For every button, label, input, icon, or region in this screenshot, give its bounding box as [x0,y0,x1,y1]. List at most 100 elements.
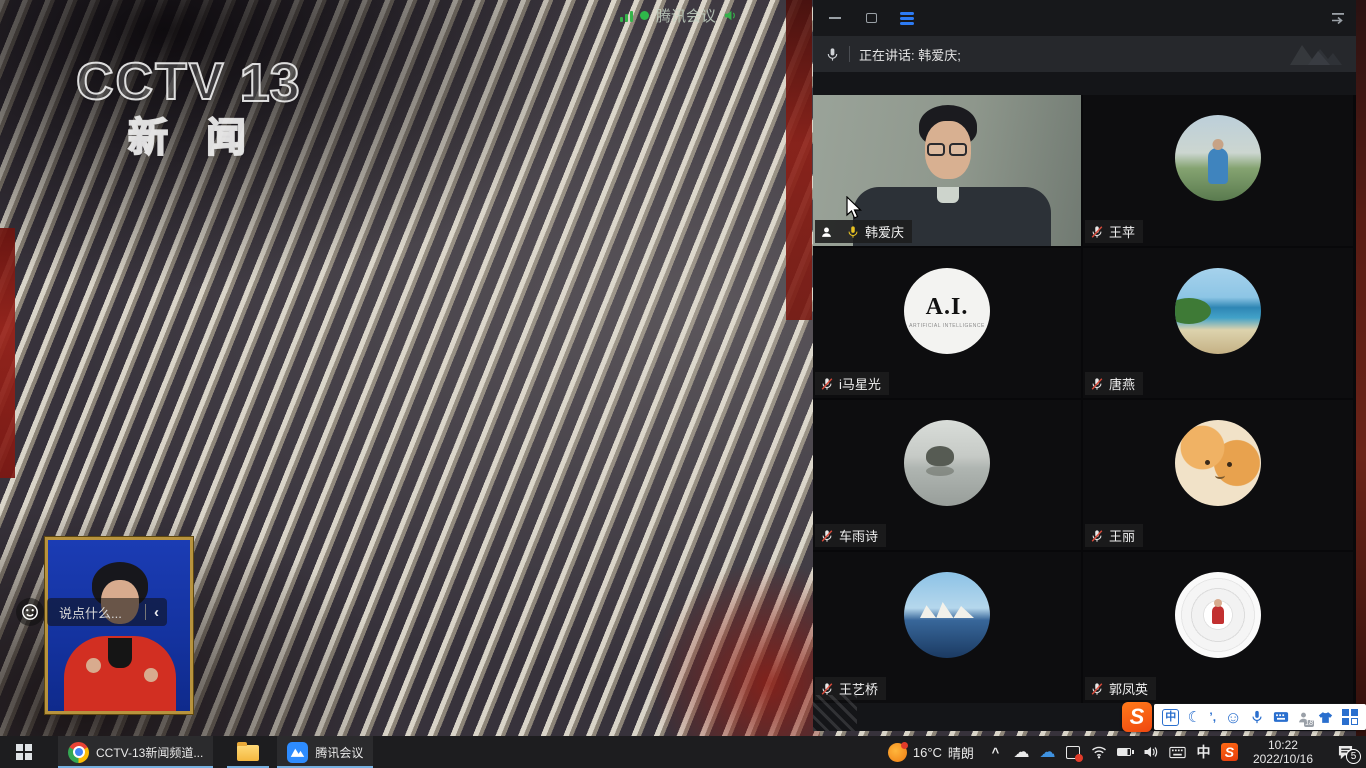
mic-muted-icon [1090,682,1104,696]
skin-icon[interactable] [1318,711,1333,724]
chat-quick-bar: 说点什么... ‹ [16,598,167,626]
account-icon[interactable]: 18 [1297,711,1310,724]
mic-on-icon [846,225,860,239]
participant-name: 王苹 [1109,222,1135,241]
exit-fullscreen-icon [1330,10,1346,26]
taskbar-app-chrome[interactable]: CCTV-13新闻频道... [58,736,213,768]
live-dot-icon [640,11,649,20]
divider [849,46,850,62]
audio-on-icon [723,8,738,23]
chat-placeholder: 说点什么... [59,603,137,622]
temperature: 16°C [913,745,942,760]
night-mode-icon[interactable]: ☾ [1188,710,1201,725]
taskbar-apps: CCTV-13新闻频道... 腾讯会议 [58,736,373,768]
avatar [1175,268,1261,354]
soft-keyboard-icon[interactable] [1273,711,1289,723]
red-carpet-bottom [650,560,820,736]
sogou-icon-strip: 中 ☾ ’, ☺ 18 [1154,704,1366,730]
host-badge [815,220,841,243]
tencent-meeting-icon [287,742,308,763]
maximize-button[interactable] [863,10,879,26]
emoji-picker-icon[interactable]: ☺ [1224,709,1241,726]
onedrive-cloud-icon[interactable]: ☁ [1013,736,1030,768]
taskbar-app-meeting[interactable]: 腾讯会议 [277,736,373,768]
security-alert-icon[interactable] [1065,736,1082,768]
participant-tile[interactable]: 王苹 [1083,95,1353,246]
person-icon [820,225,833,239]
app-label: 腾讯会议 [315,744,363,761]
cctv-logo-text: CCTV [76,56,226,108]
participant-name: 唐燕 [1109,374,1135,393]
notification-count: 5 [1346,749,1361,764]
minimize-button[interactable] [827,10,843,26]
avatar-subtext: ARTIFICIAL INTELLIGENCE [909,323,985,329]
sogou-logo-icon[interactable]: S [1122,702,1152,732]
exit-fullscreen-button[interactable] [1330,10,1346,26]
name-badge: 韩爱庆 [815,220,912,243]
weather-widget[interactable]: 16°C 晴朗 [884,743,978,762]
participant-tile[interactable]: A.I. ARTIFICIAL INTELLIGENCE i马星光 [813,248,1081,398]
participant-tile[interactable]: 韩爱庆 [813,95,1081,246]
tray-expand-button[interactable]: ^ [987,736,1004,768]
windows-icon [16,744,32,760]
toolbox-icon[interactable] [1342,709,1358,725]
ime-indicator[interactable]: 中 [1195,736,1212,768]
screen: CCTV 13 新闻 腾讯会议 [0,0,1366,768]
weather-condition: 晴朗 [948,743,974,762]
wifi-icon[interactable] [1091,736,1108,768]
layout-button[interactable] [899,10,915,26]
layout-icon [900,12,914,25]
cctv-news-text: 新闻 [128,118,300,158]
speaking-status-bar: 正在讲话: 韩爱庆; [813,36,1356,72]
avatar [1175,420,1261,506]
speaking-text: 正在讲话: 韩爱庆; [859,45,961,64]
taskbar-app-explorer[interactable] [227,736,269,768]
meeting-titlebar [813,0,1356,36]
watermark-label: 腾讯会议 [656,5,716,26]
account-badge: 18 [1304,720,1314,727]
battery-icon[interactable] [1117,736,1134,768]
voice-input-icon[interactable] [1250,710,1264,724]
meeting-watermark: 腾讯会议 [620,5,738,26]
chrome-icon [68,742,89,763]
start-button[interactable] [0,736,48,768]
participant-name: i马星光 [839,374,881,393]
mic-muted-icon [820,682,834,696]
participant-name: 王丽 [1109,526,1135,545]
cctv-13-logo: CCTV 13 新闻 [76,56,300,158]
action-center-button[interactable]: 5 [1328,736,1362,768]
chevron-left-icon[interactable]: ‹ [154,604,159,621]
avatar: A.I. ARTIFICIAL INTELLIGENCE [904,268,990,354]
avatar [1175,115,1261,201]
chat-input[interactable]: 说点什么... ‹ [47,598,167,626]
interpreter-hand [86,658,101,673]
system-tray: 16°C 晴朗 ^ ☁ ☁ [884,736,1366,768]
emoji-button[interactable] [16,598,44,626]
video-edge-strip [1356,0,1366,736]
participant-tile[interactable]: 唐燕 [1083,248,1353,398]
mic-icon [825,47,840,62]
smiley-icon [21,603,39,621]
mic-muted-icon [820,529,834,543]
participant-tile[interactable]: 车雨诗 [813,400,1081,550]
sync-cloud-icon[interactable]: ☁ [1039,736,1056,768]
cctv-channel-number: 13 [240,56,300,110]
participant-name: 车雨诗 [839,526,878,545]
participant-tile[interactable]: 王艺桥 [813,552,1081,703]
touch-keyboard-icon[interactable] [1169,736,1186,768]
red-carpet-right [786,0,812,320]
participant-tile[interactable]: 王丽 [1083,400,1353,550]
punctuation-icon[interactable]: ’, [1209,711,1216,723]
tencent-meeting-logo-watermark [1286,39,1344,69]
interpreter-hand [144,668,158,682]
app-label: CCTV-13新闻频道... [96,744,203,761]
minimize-icon [829,17,841,19]
volume-icon[interactable] [1143,736,1160,768]
clock-widget[interactable]: 10:22 2022/10/16 [1247,738,1319,766]
ime-lang-toggle[interactable]: 中 [1162,709,1179,726]
divider [145,604,146,620]
sogou-tray-icon[interactable]: S [1221,736,1238,768]
participant-tile[interactable]: 郭凤英 [1083,552,1353,703]
participant-name: 韩爱庆 [865,222,904,241]
mic-muted-icon [1090,529,1104,543]
